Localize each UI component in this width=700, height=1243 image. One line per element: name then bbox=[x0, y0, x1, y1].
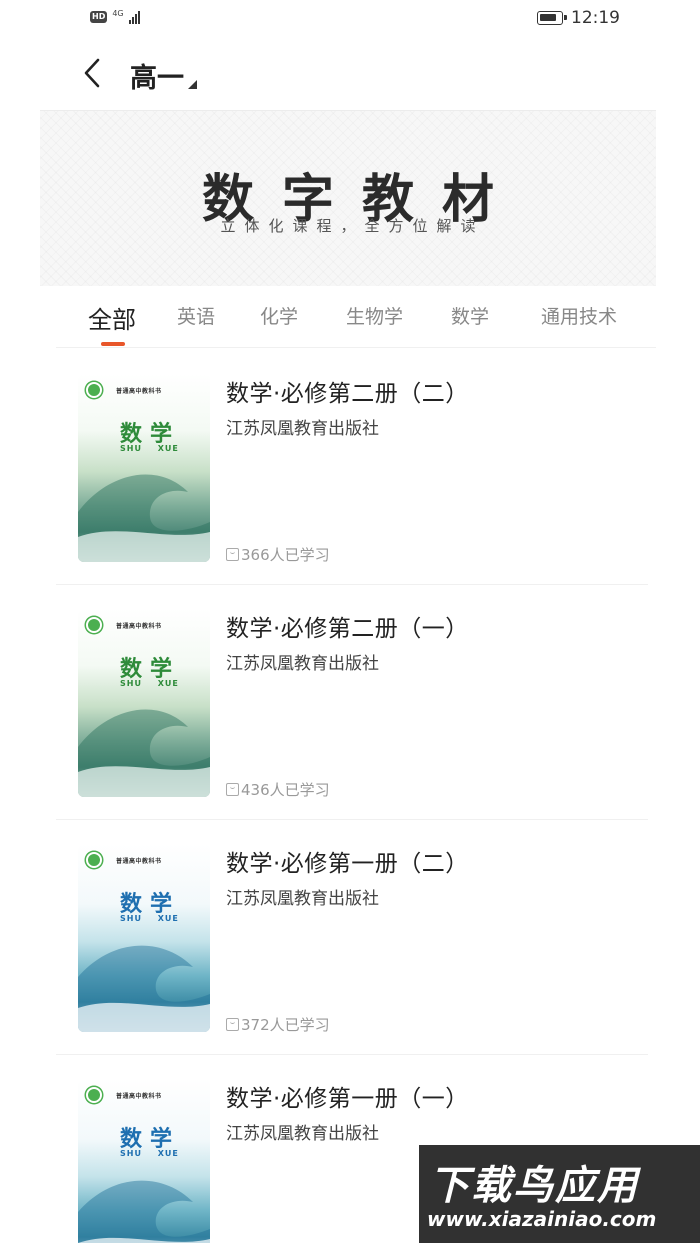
book-list-item[interactable]: 普通高中教科书 数学 SHU XUE 数学·必修第二册（二） 江苏凤凰教育出版社… bbox=[56, 350, 648, 585]
banner-subtitle: 立体化课程，全方位解读 bbox=[220, 217, 485, 235]
book-publisher: 江苏凤凰教育出版社 bbox=[226, 419, 379, 439]
book-list-item[interactable]: 普通高中教科书 数学 SHU XUE 数学·必修第二册（一） 江苏凤凰教育出版社… bbox=[56, 585, 648, 820]
book-cover: 普通高中教科书 数学 SHU XUE bbox=[78, 844, 210, 1032]
status-bar: HD 4G 12:19 bbox=[0, 0, 700, 38]
bag-icon bbox=[226, 1018, 239, 1031]
back-button[interactable] bbox=[76, 54, 110, 92]
book-publisher: 江苏凤凰教育出版社 bbox=[226, 654, 379, 674]
status-left: HD 4G bbox=[90, 8, 140, 24]
tab-chemistry[interactable]: 化学 bbox=[260, 302, 298, 329]
tab-math[interactable]: 数学 bbox=[451, 302, 489, 329]
book-publisher: 江苏凤凰教育出版社 bbox=[226, 1124, 379, 1144]
cover-series: 普通高中教科书 bbox=[116, 623, 162, 630]
network-type: 4G bbox=[112, 8, 124, 18]
app-header: 高一 bbox=[0, 40, 700, 108]
cover-series: 普通高中教科书 bbox=[116, 858, 162, 865]
book-cover: 普通高中教科书 数学 SHU XUE bbox=[78, 1079, 210, 1243]
learner-count-text: 366人已学习 bbox=[241, 546, 330, 564]
book-cover: 普通高中教科书 数学 SHU XUE bbox=[78, 609, 210, 797]
bag-icon bbox=[226, 548, 239, 561]
cover-series: 普通高中教科书 bbox=[116, 388, 162, 395]
battery-icon bbox=[537, 11, 567, 25]
subject-tabs: 全部 英语 化学 生物学 数学 通用技术 bbox=[56, 292, 656, 348]
tab-biology[interactable]: 生物学 bbox=[346, 302, 403, 329]
book-list-item[interactable]: 普通高中教科书 数学 SHU XUE 数学·必修第一册（二） 江苏凤凰教育出版社… bbox=[56, 820, 648, 1055]
learner-count-text: 372人已学习 bbox=[241, 1016, 330, 1034]
tab-english[interactable]: 英语 bbox=[177, 302, 215, 329]
publisher-logo-icon bbox=[86, 382, 102, 398]
book-title: 数学·必修第一册（一） bbox=[226, 1086, 469, 1112]
watermark-text: 下载鸟应用 bbox=[429, 1163, 639, 1209]
bag-icon bbox=[226, 783, 239, 796]
dropdown-caret-icon bbox=[188, 80, 197, 89]
clock: 12:19 bbox=[571, 8, 620, 28]
book-title: 数学·必修第二册（二） bbox=[226, 381, 469, 407]
hd-badge: HD bbox=[90, 11, 108, 23]
grade-selector[interactable]: 高一 bbox=[130, 56, 197, 95]
learner-count: 372人已学习 bbox=[226, 1014, 330, 1035]
book-publisher: 江苏凤凰教育出版社 bbox=[226, 889, 379, 909]
learner-count-text: 436人已学习 bbox=[241, 781, 330, 799]
wave-illustration bbox=[78, 1180, 210, 1243]
wave-illustration bbox=[78, 474, 210, 562]
cover-series: 普通高中教科书 bbox=[116, 1093, 162, 1100]
tab-general-technology[interactable]: 通用技术 bbox=[541, 302, 617, 329]
watermark-url: www.xiazainiao.com bbox=[427, 1207, 657, 1231]
book-title: 数学·必修第一册（二） bbox=[226, 851, 469, 877]
book-cover: 普通高中教科书 数学 SHU XUE bbox=[78, 374, 210, 562]
book-title: 数学·必修第二册（一） bbox=[226, 616, 469, 642]
banner: 数字教材 立体化课程，全方位解读 bbox=[40, 110, 656, 286]
wave-illustration bbox=[78, 945, 210, 1032]
publisher-logo-icon bbox=[86, 1087, 102, 1103]
page-title: 高一 bbox=[130, 63, 184, 94]
learner-count: 366人已学习 bbox=[226, 544, 330, 565]
publisher-logo-icon bbox=[86, 617, 102, 633]
learner-count: 436人已学习 bbox=[226, 779, 330, 800]
wave-illustration bbox=[78, 709, 210, 797]
publisher-logo-icon bbox=[86, 852, 102, 868]
signal-icon bbox=[128, 10, 140, 24]
watermark: 下载鸟应用 www.xiazainiao.com bbox=[419, 1145, 700, 1243]
tab-all[interactable]: 全部 bbox=[88, 300, 136, 335]
chevron-left-icon bbox=[84, 58, 100, 88]
status-right: 12:19 bbox=[537, 8, 620, 28]
active-tab-indicator bbox=[101, 342, 125, 346]
